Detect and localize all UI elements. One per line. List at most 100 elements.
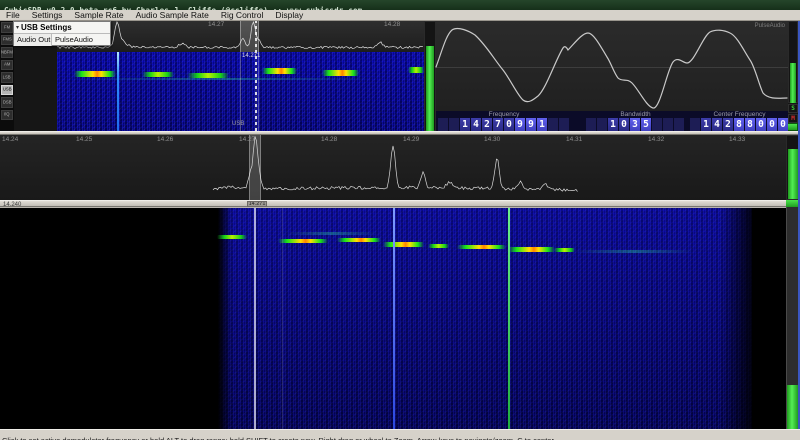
mode-button-iq[interactable]: I/Q: [1, 110, 13, 121]
bandwidth-digit[interactable]: 3: [630, 118, 640, 131]
selection-edge: [258, 52, 259, 131]
center-frequency-digit[interactable]: 0: [767, 118, 777, 131]
title-bar: CubicSDR v0.2.0-beta-rc6 by Charles J. C…: [0, 0, 800, 10]
waterfall-signal: [322, 70, 359, 76]
demod-frequency-line[interactable]: [255, 21, 257, 131]
frequency-blank-cell: [438, 118, 448, 131]
waterfall-carrier-line: [117, 52, 119, 131]
spectrum-tick: 14.29: [403, 136, 419, 143]
waterfall-signal: [286, 232, 378, 235]
waterfall-signal: [142, 72, 174, 77]
frequency-display: Frequency14270991Bandwidth1035Center Fre…: [436, 111, 788, 131]
waterfall-demod-line: [254, 208, 256, 429]
gain-meter[interactable]: [788, 21, 798, 103]
signal-level-meter[interactable]: [424, 21, 436, 131]
center-frequency-digit[interactable]: 4: [712, 118, 722, 131]
spectrum-tick: 14.25: [76, 136, 92, 143]
mode-button-usb[interactable]: USB: [1, 85, 13, 96]
frequency-digit[interactable]: 7: [493, 118, 503, 131]
menu-item-rig-control[interactable]: Rig Control: [215, 10, 270, 21]
mode-button-dsb[interactable]: DSB: [1, 97, 13, 108]
frequency-label: Frequency: [438, 111, 570, 118]
center-frequency-digit[interactable]: 2: [723, 118, 733, 131]
center-frequency-digit[interactable]: 8: [734, 118, 744, 131]
bandwidth-digit[interactable]: 0: [619, 118, 629, 131]
bandwidth-digit[interactable]: 1: [608, 118, 618, 131]
waterfall-signal: [278, 239, 328, 243]
bandwidth-blank-cell: [674, 118, 684, 131]
audio-out-value: PulseAudio: [52, 34, 96, 46]
main-spectrum-trace: [0, 135, 786, 200]
center-frequency-label: Center Frequency: [690, 111, 789, 118]
waterfall-carrier-line: [393, 208, 395, 429]
mode-button-am[interactable]: AM: [1, 60, 13, 71]
menu-item-settings[interactable]: Settings: [26, 10, 69, 21]
frequency-blank-cell: [548, 118, 558, 131]
waterfall-speed-slider[interactable]: [786, 207, 798, 429]
main-selection-band[interactable]: [249, 135, 261, 200]
waterfall-signal: [508, 247, 555, 252]
audio-out-label: Audio Out: [14, 34, 52, 46]
spectrum-tick: 14.33: [729, 136, 745, 143]
center-frequency-digit[interactable]: 0: [756, 118, 766, 131]
menu-item-file[interactable]: File: [0, 10, 26, 21]
popup-title: USB Settings: [21, 23, 72, 32]
gain-meter-fill: [790, 63, 796, 103]
frequency-digit[interactable]: 2: [482, 118, 492, 131]
menu-item-display[interactable]: Display: [269, 10, 309, 21]
selection-edge: [240, 52, 241, 131]
spectrum-tick: 14.30: [484, 136, 500, 143]
frequency-digit[interactable]: 1: [460, 118, 470, 131]
mode-button-fms[interactable]: FMS: [1, 35, 13, 46]
popup-title-row[interactable]: ▾ USB Settings: [14, 22, 110, 34]
cubicsdr-window: CubicSDR v0.2.0-beta-rc6 by Charles J. C…: [0, 0, 800, 440]
bandwidth-digit[interactable]: 5: [641, 118, 651, 131]
mode-button-fm[interactable]: FM: [1, 22, 13, 33]
menu-item-sample-rate[interactable]: Sample Rate: [68, 10, 129, 21]
waterfall-signal: [383, 242, 424, 247]
frequency-digit[interactable]: 1: [537, 118, 547, 131]
center-frequency-digit[interactable]: 1: [701, 118, 711, 131]
status-text: Click to set active demodulator frequenc…: [0, 436, 556, 440]
demod-mode-column: FM FMSNBFM AMLSB USBDSB I/Q: [0, 21, 14, 131]
main-waterfall[interactable]: [0, 207, 786, 429]
waterfall-signal: [428, 244, 449, 248]
spectrum-tick: 14.28: [321, 136, 337, 143]
spectrum-tick: 14.26: [157, 136, 173, 143]
spectrum-tick: 14.32: [648, 136, 664, 143]
frequency-digit[interactable]: 9: [515, 118, 525, 131]
waterfall-signal: [262, 68, 297, 74]
chevron-down-icon: ▾: [14, 24, 21, 31]
waterfall-signal: [457, 245, 506, 249]
mode-button-lsb[interactable]: LSB: [1, 72, 13, 83]
demod-mode-tag: USB: [232, 121, 244, 127]
waterfall-signal: [574, 250, 694, 253]
frequency-blank-cell: [449, 118, 459, 131]
frequency-group: Frequency14270991: [438, 111, 570, 131]
solo-button[interactable]: S: [788, 104, 798, 113]
waterfall-speed-cap: [786, 200, 798, 207]
bandwidth-blank-cell: [597, 118, 607, 131]
frequency-digit[interactable]: 0: [504, 118, 514, 131]
frequency-digit[interactable]: 4: [471, 118, 481, 131]
bandwidth-group: Bandwidth1035: [586, 111, 685, 131]
status-bar: Click to set active demodulator frequenc…: [0, 429, 800, 440]
waterfall-signal: [554, 248, 575, 252]
demod-frequency-label: 14.271: [242, 53, 260, 59]
spectrum-tick: 14.24: [2, 136, 18, 143]
waterfall-signal: [408, 67, 424, 73]
frequency-digit[interactable]: 9: [526, 118, 536, 131]
mute-button[interactable]: M: [788, 114, 798, 123]
audio-scope[interactable]: PulseAudio: [436, 21, 788, 111]
waterfall-signal: [217, 235, 247, 239]
popup-audio-out-row[interactable]: Audio Out PulseAudio: [14, 34, 110, 46]
center-frequency-digit[interactable]: 8: [745, 118, 755, 131]
center-frequency-digit[interactable]: 0: [778, 118, 788, 131]
mode-button-nbfm[interactable]: NBFM: [1, 47, 13, 58]
menu-item-audio-sample-rate[interactable]: Audio Sample Rate: [130, 10, 215, 21]
spectrum-tick: 14.31: [566, 136, 582, 143]
demod-tick: 14.27: [208, 21, 224, 28]
demod-tick: 14.28: [384, 21, 400, 28]
main-spectrum[interactable]: [0, 135, 786, 200]
splitter[interactable]: 14.240 14.271: [0, 200, 800, 207]
